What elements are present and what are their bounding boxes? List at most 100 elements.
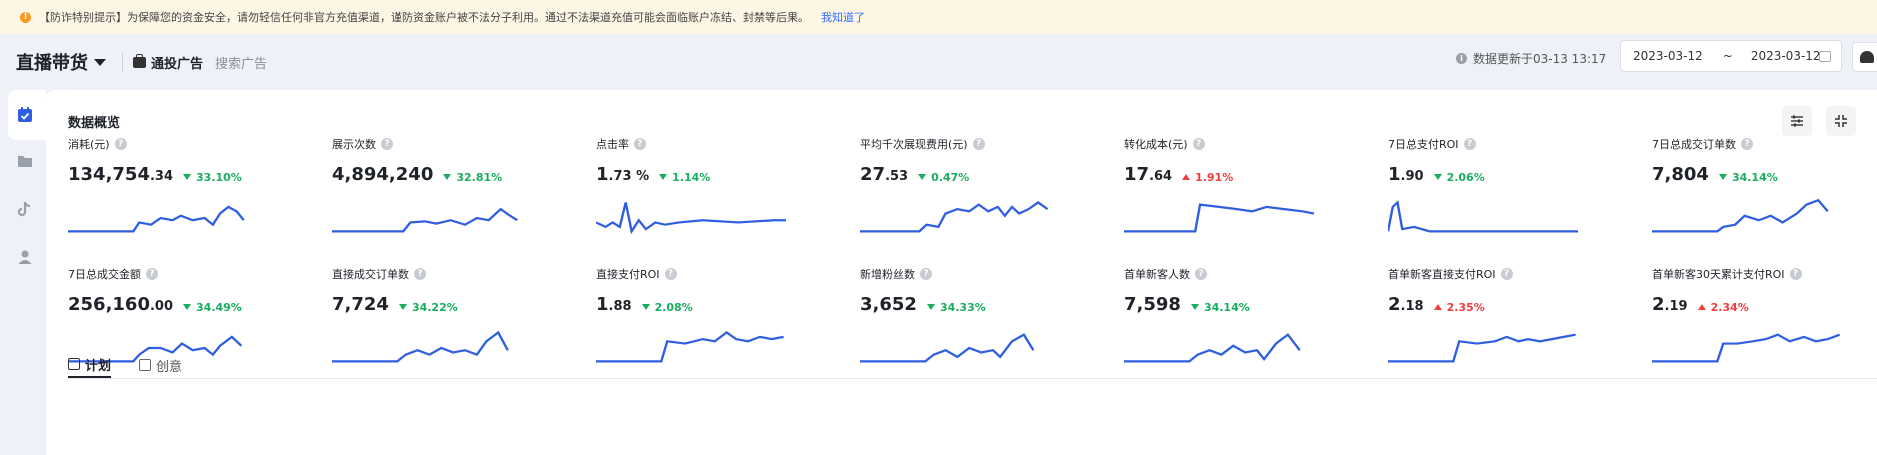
sparkline-line	[1124, 203, 1314, 233]
tab-label: 计划	[85, 358, 112, 374]
sparkline	[860, 333, 1035, 363]
help-icon[interactable]: ?	[1192, 138, 1205, 150]
help-icon[interactable]: ?	[972, 138, 985, 150]
sparkline-line	[1652, 333, 1841, 363]
sparkline-line	[332, 330, 509, 363]
metric-change-value: 1.91%	[1195, 170, 1234, 184]
notice-bar: ! 【防诈特别提示】为保障您的资金安全，请勿轻信任何非官方充值渠道，谨防资金账户…	[0, 0, 1877, 34]
trend-down-icon	[1433, 174, 1442, 180]
metric-value-dec: .64	[1149, 169, 1173, 184]
metric-value-dec: .88	[608, 299, 632, 314]
help-icon[interactable]: ?	[114, 138, 127, 150]
metric-change-value: 2.35%	[1446, 300, 1485, 314]
date-range-picker[interactable]: 2023-03-12 ~ 2023-03-12	[1620, 40, 1842, 72]
collapse-button[interactable]	[1826, 106, 1856, 136]
metric-change-value: 34.33%	[939, 300, 986, 314]
metric-label-row: 首单新客30天累计支付ROI?	[1652, 266, 1877, 282]
metric-label: 转化成本(元)	[1124, 138, 1188, 151]
tab-search-ads[interactable]: 搜索广告	[215, 53, 267, 72]
sparkline-line	[1388, 200, 1578, 233]
help-icon[interactable]: ?	[1741, 138, 1753, 150]
sparkline	[1652, 333, 1841, 363]
metric-card[interactable]: 直接成交订单数? 7,724 34.22%	[332, 266, 572, 386]
metric-card[interactable]: 7日总成交订单数? 7,804 34.14%	[1652, 136, 1877, 256]
metric-change: 32.81%	[443, 171, 502, 184]
notice-dismiss-link[interactable]: 我知道了	[821, 9, 865, 25]
metric-card[interactable]: 首单新客人数? 7,598 34.14%	[1124, 266, 1364, 386]
metric-value-row: 7,724 34.22%	[332, 294, 572, 316]
notification-button[interactable]	[1852, 42, 1877, 72]
caret-down-icon	[94, 58, 106, 66]
metric-change-value: 34.14%	[1203, 300, 1250, 314]
sparkline-line	[860, 333, 1035, 363]
metric-card[interactable]: 直接支付ROI? 1.88 2.08%	[596, 266, 836, 386]
user-icon[interactable]	[16, 248, 34, 266]
metric-value-int: 27	[860, 164, 886, 185]
sparkline-line	[332, 207, 518, 233]
metric-card[interactable]: 平均千次展现费用(元)? 27.53 0.47%	[860, 136, 1100, 256]
metric-card[interactable]: 展示次数? 4,894,240 32.81%	[332, 136, 572, 256]
bottom-tabs: 计划 创意	[68, 352, 210, 378]
metric-card[interactable]: 新增粉丝数? 3,652 34.33%	[860, 266, 1100, 386]
help-icon[interactable]: ?	[146, 268, 158, 280]
tab-creative[interactable]: 创意	[139, 352, 182, 378]
creative-icon	[139, 359, 152, 371]
help-icon[interactable]: ?	[664, 268, 677, 280]
help-icon[interactable]: ?	[1463, 138, 1476, 150]
brand-dropdown[interactable]: 直播带货	[16, 49, 106, 75]
help-icon[interactable]: ?	[1789, 268, 1802, 280]
settings-button[interactable]	[1782, 106, 1812, 136]
tab-plan[interactable]: 计划	[68, 352, 112, 378]
help-icon[interactable]: ?	[381, 138, 393, 150]
metric-change: 2.35%	[1433, 300, 1485, 314]
update-info: i 数据更新于03-13 13:17	[1456, 50, 1606, 67]
metric-value-int: 7,804	[1652, 164, 1709, 185]
metric-change-value: 32.81%	[456, 170, 503, 184]
date-separator: ~	[1722, 49, 1733, 63]
metric-card[interactable]: 转化成本(元)? 17.64 1.91%	[1124, 136, 1364, 256]
calendar-check-icon[interactable]	[16, 106, 34, 124]
metric-label-row: 转化成本(元)?	[1124, 136, 1364, 152]
help-icon[interactable]: ?	[1500, 268, 1513, 280]
trend-down-icon	[641, 304, 650, 310]
metric-change: 1.91%	[1182, 171, 1233, 184]
metric-label: 首单新客直接支付ROI	[1388, 268, 1496, 281]
metric-card[interactable]: 消耗(元)? 134,754.34 33.10%	[68, 136, 308, 256]
sparkline	[1652, 198, 1829, 233]
header: 直播带货 通投广告 搜索广告 i 数据更新于03-13 13:17 2023-0…	[0, 34, 1877, 90]
metric-change-value: 0.47%	[931, 170, 970, 184]
metric-label-row: 直接支付ROI?	[596, 266, 836, 282]
metric-card[interactable]: 首单新客30天累计支付ROI? 2.19 2.34%	[1652, 266, 1877, 386]
calendar-icon	[1819, 51, 1831, 62]
folder-icon[interactable]	[16, 152, 34, 170]
metric-label-row: 新增粉丝数?	[860, 266, 1100, 282]
sparkline-line	[1124, 333, 1301, 363]
metric-change-value: 34.22%	[411, 300, 458, 314]
sparkline	[332, 330, 509, 363]
help-icon[interactable]: ?	[414, 268, 426, 280]
tab-general-ads[interactable]: 通投广告	[133, 53, 203, 72]
date-end[interactable]: 2023-03-12	[1751, 49, 1821, 63]
tiktok-icon[interactable]	[16, 200, 34, 218]
metric-change-value: 2.06%	[1446, 170, 1485, 184]
metric-card[interactable]: 7日总支付ROI? 1.90 2.06%	[1388, 136, 1628, 256]
main-panel: 数据概览 消耗(元)? 134,754.34 33.10% 展示次数? 4,894,24…	[46, 90, 1877, 455]
metric-label: 7日总成交订单数	[1652, 138, 1736, 151]
metric-label: 展示次数	[332, 138, 376, 151]
metric-label: 消耗(元)	[68, 138, 110, 151]
metric-card[interactable]: 首单新客直接支付ROI? 2.18 2.35%	[1388, 266, 1628, 386]
trend-up-icon	[1182, 174, 1191, 180]
metric-card[interactable]: 点击率? 1.73 % 1.14%	[596, 136, 836, 256]
left-sidebar	[0, 90, 46, 455]
metric-label: 首单新客30天累计支付ROI	[1652, 268, 1785, 281]
date-start[interactable]: 2023-03-12	[1633, 49, 1703, 63]
help-icon[interactable]: ?	[1195, 268, 1207, 280]
metric-change-value: 34.49%	[196, 300, 242, 314]
metric-label-row: 首单新客直接支付ROI?	[1388, 266, 1628, 282]
sparkline-line	[68, 205, 245, 233]
help-icon[interactable]: ?	[634, 138, 646, 150]
metric-label-row: 7日总成交金额?	[68, 266, 308, 282]
metric-value-row: 2.19 2.34%	[1652, 294, 1877, 316]
sparkline	[860, 201, 1049, 233]
help-icon[interactable]: ?	[920, 268, 932, 280]
